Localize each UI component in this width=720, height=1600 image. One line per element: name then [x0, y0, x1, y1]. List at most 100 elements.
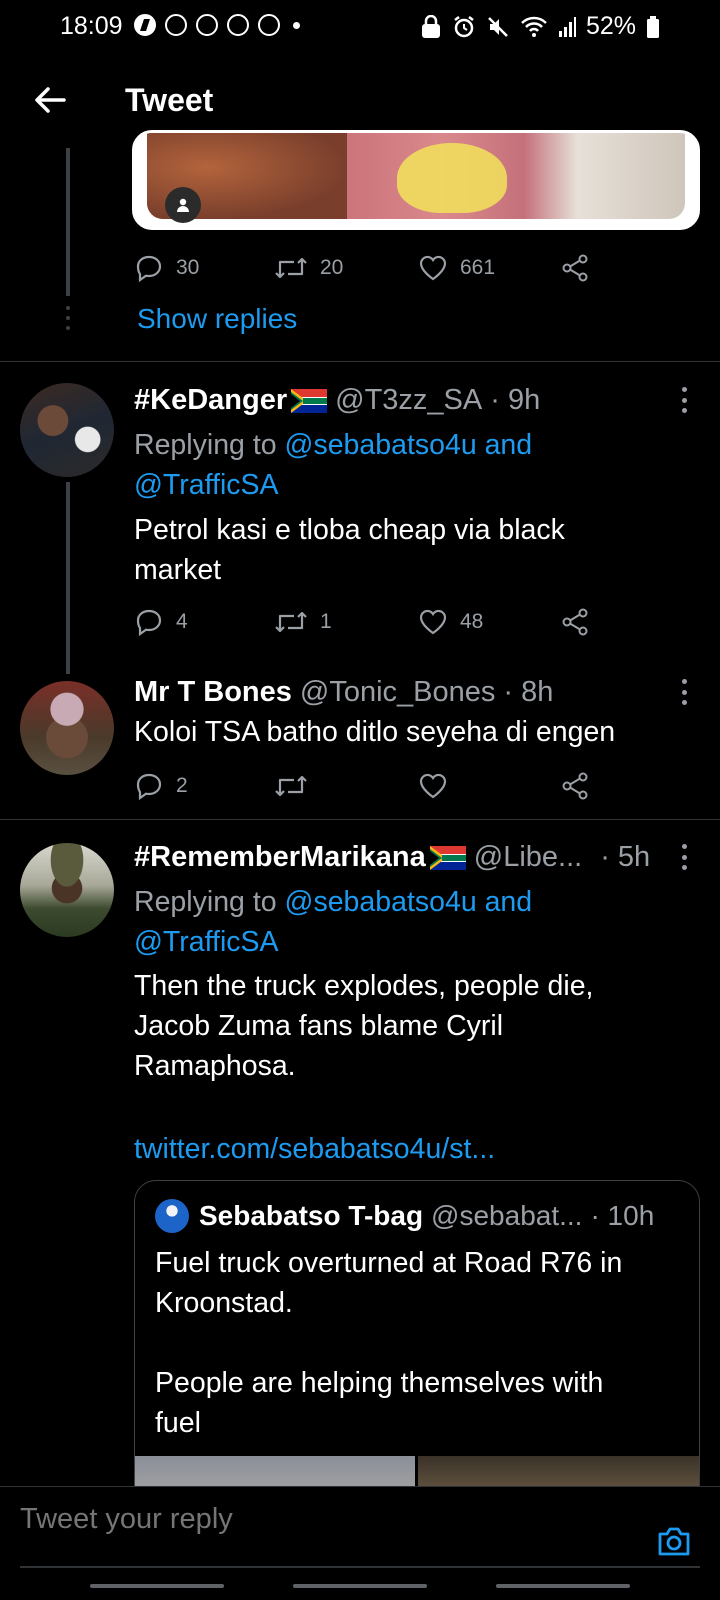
share-button[interactable]: [560, 766, 590, 806]
avatar[interactable]: [20, 843, 114, 937]
divider: [0, 819, 720, 820]
retweet-icon: [275, 257, 307, 279]
like-count: 661: [460, 256, 496, 279]
tweet-text-line: Then the truck explodes, people die,: [134, 970, 594, 1002]
tweet-media-image[interactable]: [132, 130, 700, 230]
thread-connector-line: [66, 148, 70, 296]
avatar[interactable]: [20, 383, 114, 477]
lock-icon: [421, 14, 440, 38]
back-arrow-icon[interactable]: [30, 80, 70, 120]
show-replies-link[interactable]: Show replies: [137, 303, 297, 335]
quoted-avatar: [155, 1199, 189, 1233]
quoted-display-name: Sebabatso T-bag: [199, 1200, 424, 1231]
like-button[interactable]: [418, 766, 460, 806]
more-options-icon[interactable]: [682, 679, 688, 705]
nav-bar-segment: [293, 1584, 427, 1588]
status-time: 18:09: [60, 12, 123, 40]
mute-icon: [488, 16, 508, 37]
tweet-header: Mr T Bones @Tonic_Bones · 8h: [134, 676, 553, 709]
page-title: Tweet: [125, 82, 214, 118]
display-name[interactable]: #KeDanger: [134, 384, 287, 417]
recycle-notification-icon: [165, 14, 187, 36]
nav-bar-segment: [90, 1584, 224, 1588]
system-icons: 52%: [420, 12, 660, 41]
user-handle[interactable]: @Tonic_Bones: [300, 676, 496, 709]
share-button[interactable]: [560, 248, 590, 288]
heart-icon: [419, 609, 447, 635]
reply-count: 4: [176, 610, 188, 633]
like-button[interactable]: 48: [418, 602, 483, 642]
retweet-count: 20: [320, 256, 344, 279]
quoted-tweet-url-link[interactable]: twitter.com/sebabatso4u/st...: [134, 1133, 495, 1165]
alarm-icon: [454, 15, 474, 37]
quoted-user-handle: @sebabat...: [431, 1200, 583, 1231]
quoted-tweet-card[interactable]: Sebabatso T-bag @sebabat... · 10h Fuel t…: [134, 1180, 700, 1520]
quoted-tweet-time: · 10h: [590, 1200, 655, 1231]
retweet-button[interactable]: 1: [274, 602, 332, 642]
retweet-button[interactable]: [274, 766, 320, 806]
battery-percent: 52%: [585, 12, 636, 40]
tagged-people-button[interactable]: [165, 187, 201, 223]
tweet-time: · 8h: [503, 676, 554, 708]
reply-composer: [0, 1486, 720, 1600]
tweet-text-line: Ramaphosa.: [134, 1050, 296, 1082]
tweet-text-line: Koloi TSA batho ditlo seyeha di engen: [134, 716, 616, 748]
reply-count: 2: [176, 774, 188, 797]
avatar[interactable]: [20, 681, 114, 775]
reply-button[interactable]: 30: [134, 248, 199, 288]
tweet-link: twitter.com/sebabatso4u/st...: [134, 1129, 495, 1169]
battery-icon: [647, 15, 659, 38]
tweet-time: · 9h: [490, 384, 541, 416]
quoted-tweet-text: Fuel truck overturned at Road R76 in Kro…: [155, 1243, 685, 1443]
heart-icon: [419, 255, 447, 281]
quoted-text-line: Kroonstad.: [155, 1287, 293, 1319]
user-handle[interactable]: @T3zz_SA: [335, 384, 482, 417]
more-options-icon[interactable]: [682, 844, 688, 870]
reply-bubble-icon: [136, 609, 162, 637]
retweet-icon: [275, 775, 307, 797]
nav-bar-segment: [496, 1584, 630, 1588]
more-notifications-dot-icon: [293, 21, 300, 29]
wifi-icon: [521, 16, 547, 37]
input-underline: [20, 1566, 700, 1568]
share-icon: [562, 254, 588, 282]
like-count: 48: [460, 610, 484, 633]
quoted-tweet-header: Sebabatso T-bag @sebabat... · 10h: [155, 1199, 654, 1233]
replying-to-link[interactable]: @sebabatso4u and: [285, 886, 533, 918]
display-name[interactable]: #RememberMarikana: [134, 841, 426, 874]
user-handle[interactable]: @Libe...: [474, 841, 582, 874]
display-name[interactable]: Mr T Bones: [134, 676, 292, 709]
tweet-text: Then the truck explodes, people die, Jac…: [134, 966, 593, 1086]
reply-button[interactable]: 4: [134, 602, 188, 642]
status-bar: 18:09 52%: [0, 0, 720, 54]
share-button[interactable]: [560, 602, 590, 642]
tweet-text: Petrol kasi e tloba cheap via black mark…: [134, 510, 565, 590]
replying-to-link[interactable]: @TrafficSA: [134, 926, 279, 958]
replying-to: Replying to @sebabatso4u and @TrafficSA: [134, 882, 532, 962]
camera-icon[interactable]: [655, 1522, 693, 1560]
tweet-reply-input[interactable]: [20, 1499, 620, 1539]
reply-bubble-icon: [136, 255, 162, 283]
signal-icon: [558, 16, 576, 37]
replying-to-link[interactable]: @TrafficSA: [134, 469, 279, 501]
replying-to-link[interactable]: @sebabatso4u and: [285, 429, 533, 461]
tweet-header: #RememberMarikana @Libe... · 5h: [134, 841, 650, 874]
quoted-text-line: People are helping themselves with: [155, 1367, 604, 1399]
more-options-icon[interactable]: [682, 387, 688, 413]
thread-continuation-dots: [66, 306, 70, 330]
tweet-time: · 5h: [600, 841, 651, 873]
like-button[interactable]: 661: [418, 248, 495, 288]
retweet-button[interactable]: 20: [274, 248, 343, 288]
share-icon: [562, 772, 588, 800]
recycle-notification-icon: [196, 14, 218, 36]
reply-button[interactable]: 2: [134, 766, 188, 806]
tweet-text-line: Jacob Zuma fans blame Cyril: [134, 1010, 504, 1042]
replying-prefix: Replying to: [134, 886, 277, 918]
notification-icons: [134, 14, 300, 36]
south-africa-flag-icon: [291, 388, 328, 413]
tweet-text-line: market: [134, 554, 222, 586]
divider: [0, 361, 720, 362]
flash-notification-icon: [134, 14, 156, 36]
tweet-text: Koloi TSA batho ditlo seyeha di engen: [134, 712, 615, 752]
media-photo: [147, 133, 685, 219]
